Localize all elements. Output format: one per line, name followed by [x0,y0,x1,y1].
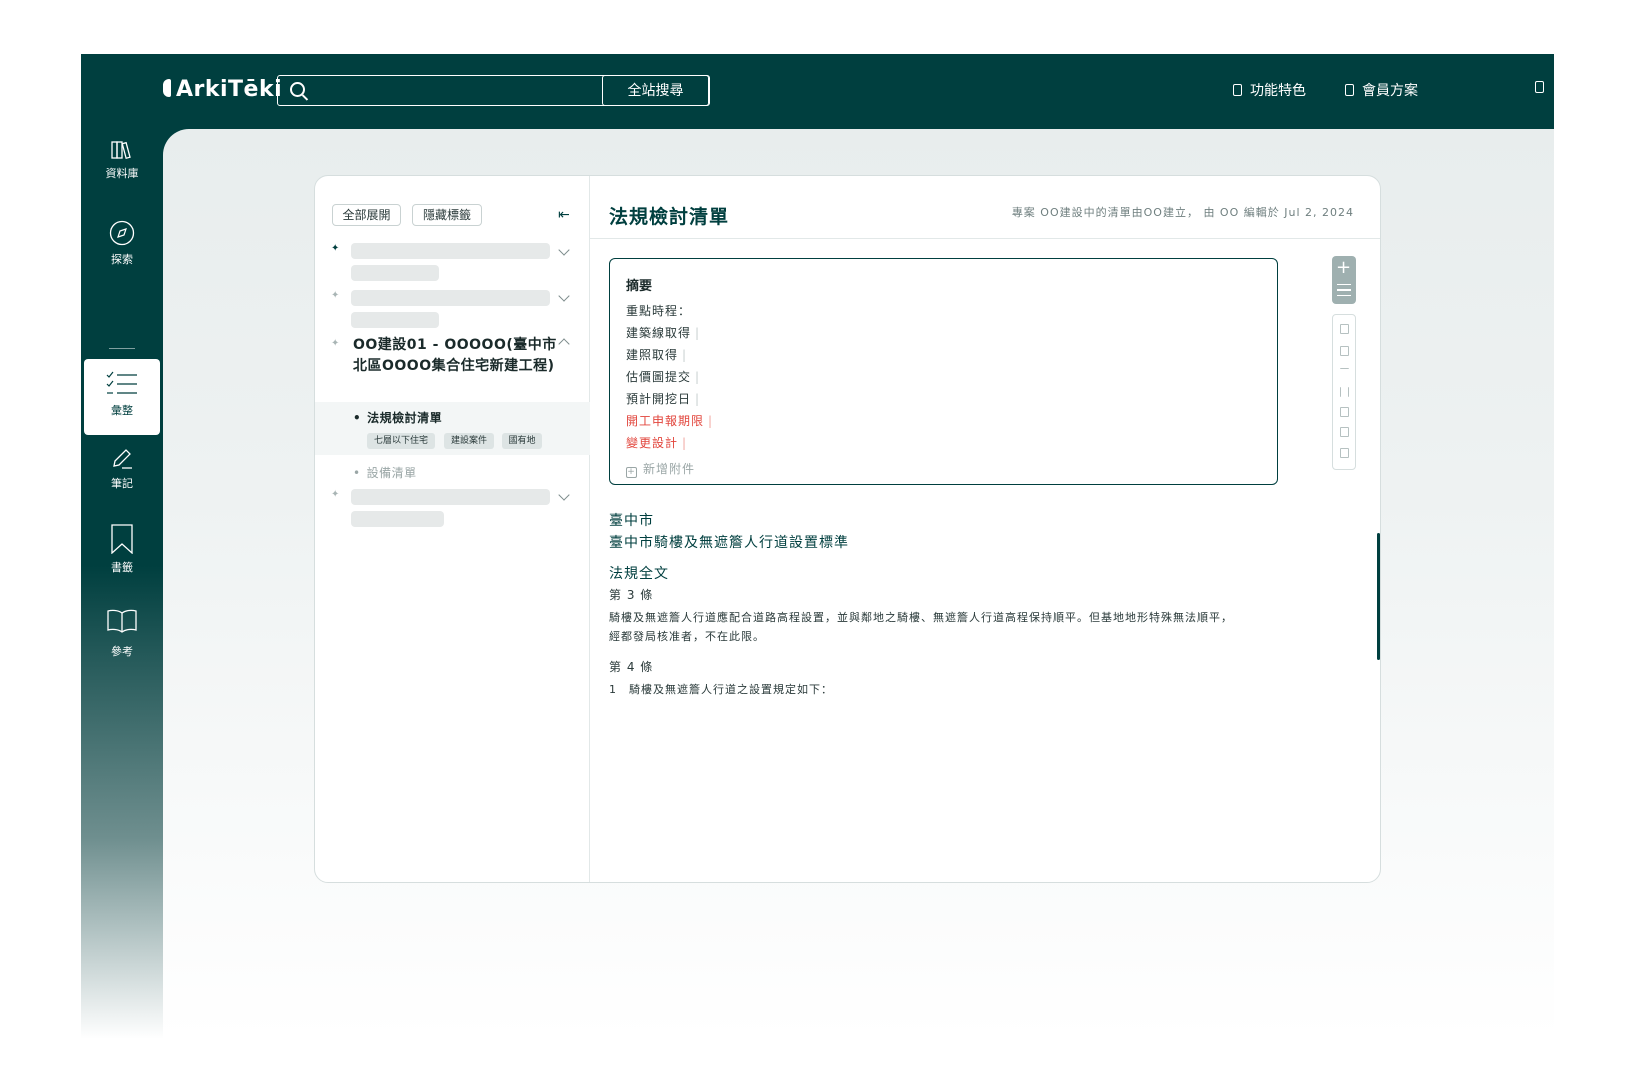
scrollbar-thumb[interactable] [1377,533,1380,660]
skeleton-row [351,312,439,328]
tag: 建設案件 [444,433,494,449]
schedule-item-highlight[interactable]: 開工申報期限 | [626,410,1261,432]
tree-panel: 全部展開 隱藏標籤 ⇤ ✦ ✦ ✦ OO建設01 - OOOOO(臺中市北區OO… [315,176,590,882]
law-full-text-heading: 法規全文 [609,566,669,582]
trash-icon[interactable] [1340,448,1349,458]
logo[interactable]: ArkiTēki [163,77,282,102]
schedule-item-highlight[interactable]: 變更設計 | [626,432,1261,454]
project-title[interactable]: OO建設01 - OOOOO(臺中市北區OOOO集合住宅新建工程) [353,335,558,377]
pin-icon[interactable]: ✦ [331,338,339,349]
add-block-toolbar[interactable]: + [1332,256,1356,304]
law-name[interactable]: 臺中市騎樓及無遮簷人行道設置標準 [609,532,849,552]
chevron-down-icon[interactable] [558,290,570,302]
schedule-item[interactable]: 預計開挖日 | [626,388,1261,410]
insert-icon[interactable] [1340,324,1349,334]
copy-icon[interactable] [1340,407,1349,417]
skeleton-row [351,265,439,281]
skeleton-row [351,489,550,505]
plus-box-icon: + [626,467,637,478]
collapse-panel-icon[interactable]: ⇤ [558,208,572,222]
nav-features[interactable]: 功能特色 [1233,80,1306,100]
sort-icon[interactable] [1340,387,1349,397]
bookmark-icon [111,524,133,554]
skeleton-row [351,290,550,306]
sidebar-item-explore[interactable]: 探索 [81,220,163,267]
clipboard-icon [1345,84,1354,96]
pin-icon[interactable]: ✦ [331,489,339,500]
tree-item-selected[interactable]: 法規檢討清單 七層以下住宅 建設案件 國有地 [315,402,590,455]
sidebar-item-bookmarks[interactable]: 書籤 [81,524,163,575]
nav-calendar[interactable] [1535,80,1552,96]
block-toolbar [1332,314,1356,470]
schedule-item[interactable]: 建築線取得 | [626,322,1261,344]
sidebar-item-reference[interactable]: 參考 [81,609,163,659]
schedule-item[interactable]: 建照取得 | [626,344,1261,366]
edit-icon[interactable] [1340,427,1349,437]
article-body: 1 騎樓及無遮簷人行道之設置規定如下： [609,683,833,696]
document-title: 法規檢討清單 [609,206,730,228]
chevron-up-icon[interactable] [558,338,570,350]
sidebar-item-library[interactable]: 資料庫 [81,140,163,181]
pin-icon[interactable]: ✦ [331,290,339,301]
sidebar-item-notes[interactable]: 筆記 [81,446,163,491]
sidebar-item-compile[interactable]: 彙整 [84,359,160,435]
law-city: 臺中市 [609,513,654,529]
summary-box[interactable]: 摘要 重點時程： 建築線取得 | 建照取得 | 估價圖提交 | 預計開挖日 | 開工申報… [609,258,1278,485]
plus-icon[interactable]: + [1336,259,1351,277]
top-bar: ArkiTēki 全站搜尋 功能特色 會員方案 [81,54,1554,129]
logo-mark-icon [163,79,171,97]
list-icon[interactable] [1337,284,1351,296]
file-icon[interactable] [1340,346,1349,356]
compass-icon [109,220,135,246]
skeleton-row [351,511,444,527]
calendar-icon [1535,81,1544,93]
chevron-down-icon[interactable] [558,244,570,256]
article-body: 騎樓及無遮簷人行道應配合道路高程設置，並與鄰地之騎樓、無遮簷人行道高程保持順平。… [609,611,1233,643]
summary-subheading: 重點時程： [626,304,692,318]
nav-membership[interactable]: 會員方案 [1345,80,1418,100]
article-title: 第 3 條 [609,588,654,602]
document-panel: 法規檢討清單 專案 OO建設中的清單由OO建立， 由 OO 編輯於 Jul 2,… [590,176,1380,882]
book-open-icon [107,609,137,633]
checklist-icon [106,371,137,394]
document-meta: 專案 OO建設中的清單由OO建立， 由 OO 編輯於 Jul 2, 2024 [1011,206,1354,219]
library-icon [111,141,131,160]
chevron-down-icon[interactable] [558,489,570,501]
search-icon [290,82,305,97]
article-title: 第 4 條 [609,660,654,674]
summary-heading: 摘要 [626,279,653,294]
pen-icon [113,449,132,469]
expand-all-button[interactable]: 全部展開 [332,204,401,226]
content-card: 全部展開 隱藏標籤 ⇤ ✦ ✦ ✦ OO建設01 - OOOOO(臺中市北區OO… [314,175,1381,883]
tag: 七層以下住宅 [367,433,435,449]
search-input[interactable] [314,79,584,101]
selected-item-title: 法規檢討清單 [353,409,442,426]
site-search-button[interactable]: 全站搜尋 [602,74,709,106]
hide-tags-button[interactable]: 隱藏標籤 [412,204,482,226]
tree-item-equipment[interactable]: 設備清單 [353,464,417,481]
search-box: 全站搜尋 [277,74,710,106]
tag: 國有地 [502,433,542,449]
pin-icon[interactable]: ✦ [331,243,339,254]
add-attachment-button[interactable]: + 新增附件 [626,460,1261,478]
rocket-icon [1233,84,1242,96]
skeleton-row [351,243,550,259]
schedule-item[interactable]: 估價圖提交 | [626,366,1261,388]
collapse-up-icon[interactable] [1340,368,1349,378]
